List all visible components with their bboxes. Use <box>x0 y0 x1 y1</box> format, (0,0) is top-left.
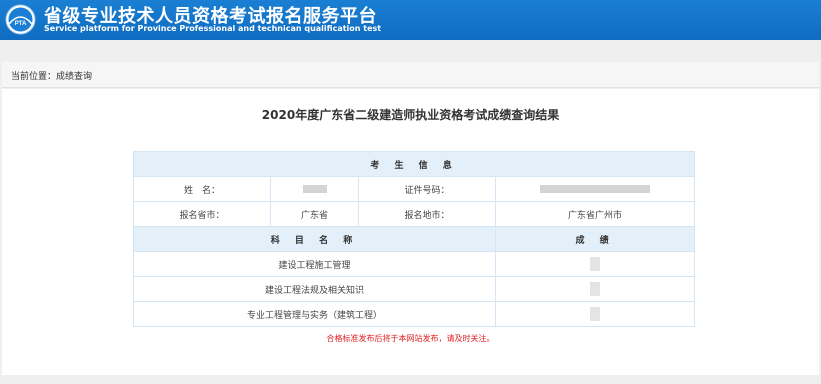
breadcrumb-bar: 当前位置：成绩查询 <box>2 62 819 88</box>
result-title: 2020年度广东省二级建造师执业资格考试成绩查询结果 <box>261 108 560 122</box>
id-number-value-redacted <box>494 176 696 202</box>
site-subtitle: Service platform for Province Profession… <box>44 24 382 33</box>
breadcrumb: 当前位置：成绩查询 <box>11 72 93 82</box>
city-label: 报名地市： <box>358 201 496 227</box>
table-row: 建设工程法规及相关知识 <box>133 276 696 302</box>
site-header: PTA 省级专业技术人员资格考试报名服务平台 Service platform … <box>0 0 821 40</box>
province-value: 广东省 <box>270 201 359 227</box>
score-value-redacted <box>494 251 696 277</box>
score-value-redacted <box>494 276 696 302</box>
score-result-table: 考 生 信 息 姓 名： 证件号码： 报名省市： 广东省 报名地市： 广东省广州… <box>132 151 696 327</box>
score-value-redacted <box>494 301 696 327</box>
name-label: 姓 名： <box>133 176 271 202</box>
table-row: 姓 名： 证件号码： <box>133 176 696 202</box>
table-row: 建设工程施工管理 <box>133 251 696 277</box>
subject-name-header: 科 目 名 称 <box>133 226 496 252</box>
pta-logo-icon: PTA <box>5 4 36 35</box>
province-label: 报名省市： <box>133 201 271 227</box>
id-number-label: 证件号码： <box>358 176 496 202</box>
candidate-info-header-row: 考 生 信 息 <box>132 151 696 177</box>
subject-name: 建设工程施工管理 <box>133 251 496 277</box>
table-row: 报名省市： 广东省 报名地市： 广东省广州市 <box>133 201 696 227</box>
score-header: 成 绩 <box>494 226 696 252</box>
scores-header-row: 科 目 名 称 成 绩 <box>133 226 696 252</box>
subject-name: 建设工程法规及相关知识 <box>133 276 496 302</box>
table-row: 专业工程管理与实务（建筑工程） <box>133 301 696 327</box>
subject-name: 专业工程管理与实务（建筑工程） <box>133 301 496 327</box>
city-value: 广东省广州市 <box>494 201 696 227</box>
logo-text: PTA <box>15 21 27 27</box>
candidate-info-header: 考 生 信 息 <box>132 151 696 177</box>
name-value-redacted <box>270 176 359 202</box>
notice-text: 合格标准发布后将于本网站发布，请及时关注。 <box>326 334 495 343</box>
